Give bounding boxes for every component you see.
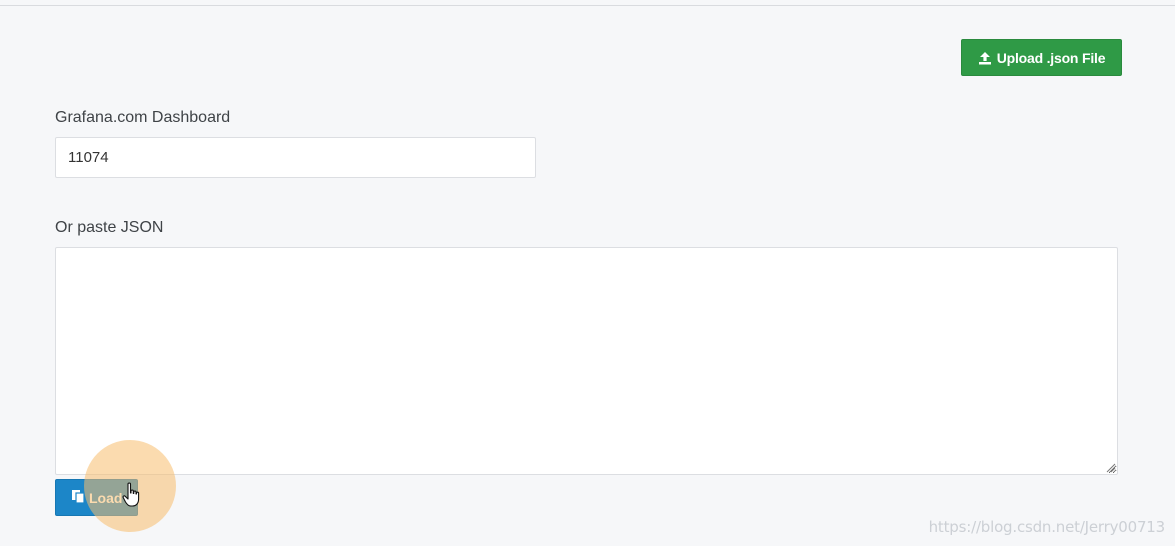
grafana-com-dashboard-label: Grafana.com Dashboard [55, 109, 231, 126]
paste-json-textarea[interactable] [55, 247, 1118, 475]
watermark-text: https://blog.csdn.net/Jerry00713 [928, 518, 1166, 536]
resize-grip-icon[interactable] [1106, 463, 1116, 473]
upload-json-file-button[interactable]: Upload .json File [961, 39, 1122, 76]
top-divider [0, 0, 1175, 6]
upload-button-label: Upload .json File [996, 49, 1106, 66]
paste-json-label: Or paste JSON [55, 219, 164, 236]
load-button[interactable]: Load [55, 479, 138, 516]
grafana-com-dashboard-input[interactable] [55, 137, 536, 178]
load-button-label: Load [89, 489, 123, 506]
copy-icon [71, 489, 85, 507]
upload-icon [978, 51, 992, 65]
